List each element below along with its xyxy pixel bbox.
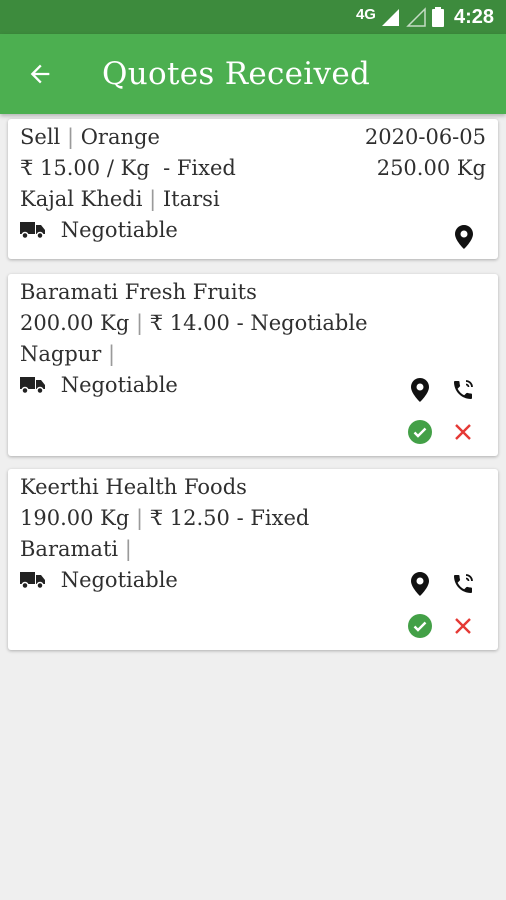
app-bar: Quotes Received [0, 34, 506, 114]
quote-quantity: 190.00 Kg [20, 506, 130, 530]
quote-transport: Negotiable [20, 568, 178, 592]
request-quantity: 250.00 Kg [376, 156, 486, 180]
request-date: 2020-06-05 [364, 125, 486, 149]
close-icon [455, 618, 471, 634]
request-village: Kajal Khedi [20, 187, 143, 211]
location-pin-icon [411, 572, 429, 596]
request-summary-card: Sell | Orange 2020-06-05 ₹ 15.00 / Kg - … [8, 119, 498, 259]
request-city: Itarsi [162, 187, 220, 211]
request-product: Orange [80, 125, 160, 149]
status-bar: 4G 4:28 [0, 0, 506, 34]
quote-transport-label: Negotiable [60, 373, 178, 397]
reject-quote-button[interactable] [449, 418, 477, 446]
page-title: Quotes Received [102, 56, 371, 92]
phone-call-icon [454, 574, 473, 593]
network-type: 4G [355, 5, 376, 23]
quote-buyer-name: Keerthi Health Foods [20, 475, 247, 499]
reject-quote-button[interactable] [449, 612, 477, 640]
quote-price-terms: ₹ 12.50 - Fixed [149, 506, 310, 530]
phone-call-icon [454, 380, 473, 399]
accept-quote-button[interactable] [406, 612, 434, 640]
arrow-back-icon [30, 64, 50, 84]
quote-location-row: Baramati | [20, 537, 132, 561]
request-location-button[interactable] [450, 223, 478, 251]
truck-icon [20, 571, 45, 589]
quote-buyer-name: Baramati Fresh Fruits [20, 280, 257, 304]
quote-call-button[interactable] [449, 570, 477, 598]
close-icon [455, 424, 471, 440]
quote-location-button[interactable] [406, 376, 434, 404]
signal-icon [381, 9, 399, 26]
check-circle-icon [408, 614, 432, 638]
quote-location: Baramati [20, 537, 119, 561]
check-circle-icon [408, 420, 432, 444]
clock: 4:28 [453, 5, 494, 28]
request-transport-label: Negotiable [60, 218, 178, 242]
truck-icon [20, 376, 45, 394]
location-pin-icon [455, 225, 473, 249]
quote-card: Keerthi Health Foods 190.00 Kg | ₹ 12.50… [8, 469, 498, 650]
back-button[interactable] [0, 34, 80, 114]
quote-location-button[interactable] [406, 570, 434, 598]
request-type: Sell [20, 125, 61, 149]
quote-details: 190.00 Kg | ₹ 12.50 - Fixed [20, 506, 310, 530]
request-location: Kajal Khedi | Itarsi [20, 187, 220, 211]
quote-location: Nagpur [20, 342, 102, 366]
quote-location-row: Nagpur | [20, 342, 116, 366]
quote-call-button[interactable] [449, 376, 477, 404]
request-price: ₹ 15.00 / Kg - Fixed [20, 156, 236, 180]
quote-transport: Negotiable [20, 373, 178, 397]
quote-transport-label: Negotiable [60, 568, 178, 592]
quote-quantity: 200.00 Kg [20, 311, 130, 335]
battery-icon [431, 7, 444, 27]
location-pin-icon [411, 378, 429, 402]
accept-quote-button[interactable] [406, 418, 434, 446]
truck-icon [20, 221, 45, 239]
request-transport: Negotiable [20, 218, 178, 242]
quote-details: 200.00 Kg | ₹ 14.00 - Negotiable [20, 311, 368, 335]
request-type-row: Sell | Orange [20, 125, 160, 149]
quote-card: Baramati Fresh Fruits 200.00 Kg | ₹ 14.0… [8, 274, 498, 456]
signal-empty-icon [406, 7, 426, 27]
quote-price-terms: ₹ 14.00 - Negotiable [149, 311, 368, 335]
